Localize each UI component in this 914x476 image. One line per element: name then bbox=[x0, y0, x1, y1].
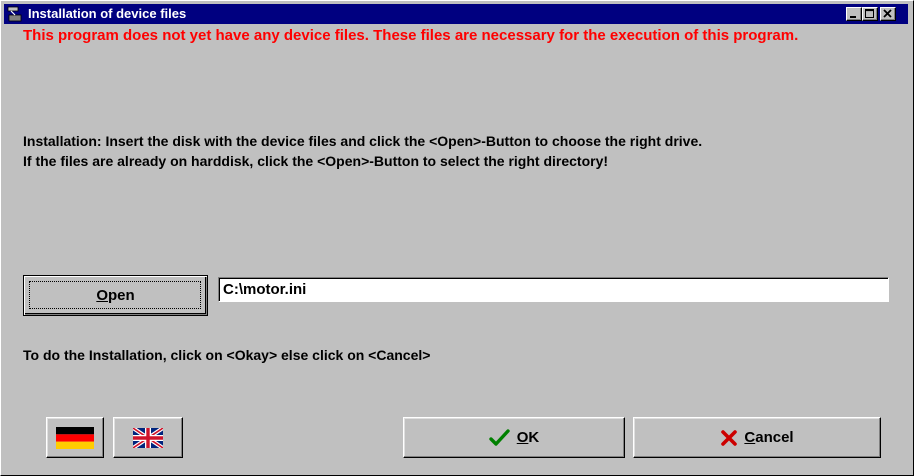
title-bar[interactable]: Installation of device files bbox=[4, 4, 908, 24]
german-flag-icon bbox=[56, 426, 94, 449]
x-icon bbox=[721, 429, 738, 446]
close-icon bbox=[883, 9, 892, 18]
minimize-button[interactable] bbox=[846, 7, 862, 21]
minimize-icon bbox=[850, 16, 856, 18]
instructions-line-1: Installation: Insert the disk with the d… bbox=[23, 133, 703, 149]
german-language-button[interactable] bbox=[46, 417, 104, 458]
cancel-label-rest: ancel bbox=[755, 429, 794, 446]
instructions-line-2: If the files are already on harddisk, cl… bbox=[23, 153, 609, 169]
warning-message: This program does not yet have any devic… bbox=[23, 27, 799, 44]
ok-accelerator: O bbox=[516, 429, 529, 446]
maximize-icon bbox=[865, 9, 874, 18]
uk-flag-icon bbox=[133, 427, 163, 448]
ok-label-rest: K bbox=[528, 429, 540, 446]
path-field[interactable] bbox=[218, 277, 889, 302]
ok-button-label: OK bbox=[517, 429, 540, 446]
open-button[interactable]: Open bbox=[23, 275, 208, 316]
close-button[interactable] bbox=[880, 7, 896, 21]
cancel-button[interactable]: Cancel bbox=[633, 417, 881, 458]
dialog-window: Installation of device files This progra… bbox=[0, 0, 914, 476]
focus-rectangle bbox=[29, 281, 201, 309]
cancel-button-label: Cancel bbox=[744, 429, 793, 446]
app-icon bbox=[7, 6, 23, 22]
action-hint: To do the Installation, click on <Okay> … bbox=[23, 347, 431, 363]
cancel-accelerator: C bbox=[744, 429, 756, 446]
english-language-button[interactable] bbox=[113, 417, 183, 458]
window-title: Installation of device files bbox=[28, 6, 187, 21]
ok-button[interactable]: OK bbox=[403, 417, 625, 458]
installation-instructions: Installation: Insert the disk with the d… bbox=[23, 131, 903, 171]
check-icon bbox=[489, 428, 510, 446]
maximize-button[interactable] bbox=[862, 7, 878, 21]
